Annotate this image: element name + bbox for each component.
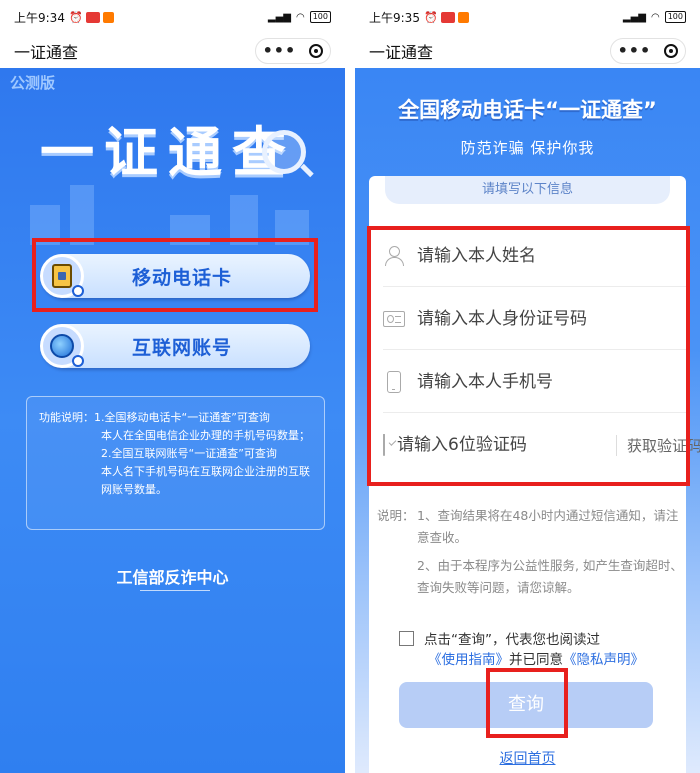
internet-account-label: 互联网账号 xyxy=(131,336,232,359)
alarm-icon: ⏰ xyxy=(423,10,438,24)
status-bar: 上午9:34 ⏰ ▂▄▆ ◠ 100 xyxy=(0,0,345,34)
highlight-box xyxy=(486,668,568,738)
usage-guide-link[interactable]: 《使用指南》 xyxy=(428,652,509,668)
status-time: 上午9:34 xyxy=(14,10,65,25)
status-bar: 上午9:35 ⏰ ▂▄▆ ◠ 100 xyxy=(355,0,700,34)
more-icon[interactable]: ••• xyxy=(618,43,652,59)
capsule-menu: ••• xyxy=(610,38,686,64)
privacy-policy-link[interactable]: 《隐私声明》 xyxy=(563,652,644,668)
back-home-link[interactable]: 返回首页 xyxy=(355,748,700,768)
city-illustration xyxy=(20,175,325,245)
highlight-box xyxy=(367,226,690,486)
note-1: 1、查询结果将在48小时内通过短信通知，请注意查收。 xyxy=(417,508,679,545)
description-item-1-tail: 本人在全国电信企业办理的手机号码数量； xyxy=(101,429,310,442)
internet-account-button[interactable]: 互联网账号 xyxy=(40,324,310,368)
banner-title: 全国移动电话卡“一证通查” xyxy=(398,98,657,122)
more-icon[interactable]: ••• xyxy=(263,43,297,59)
app-badge-icon xyxy=(457,11,469,23)
wifi-icon: ◠ xyxy=(295,11,305,23)
app-badge-icon xyxy=(440,11,455,23)
description-label: 功能说明： xyxy=(39,411,94,424)
signal-icon: ▂▄▆ xyxy=(267,11,291,23)
page-title: 一证通查 xyxy=(369,43,434,62)
notes-section: 说明： 1、查询结果将在48小时内通过短信通知，请注意查收。 2、由于本程序为公… xyxy=(377,505,687,599)
beta-tag: 公测版 xyxy=(10,74,56,92)
page-title: 一证通查 xyxy=(14,43,79,62)
highlight-box xyxy=(32,238,318,312)
battery-icon: 100 xyxy=(309,11,331,23)
notes-label: 说明： xyxy=(377,508,415,523)
mini-program-title-bar: 一证通查 ••• xyxy=(0,34,345,68)
description-item-2-tail: 本人名下手机号码在互联网企业注册的互联网账号数量。 xyxy=(101,465,310,496)
note-2: 2、由于本程序为公益性服务, 如产生查询超时、查询失败等问题，请您谅解。 xyxy=(417,558,683,595)
agreement-links: 《使用指南》并已同意《隐私声明》 xyxy=(428,648,644,668)
footer-underline xyxy=(140,590,210,591)
status-time: 上午9:35 xyxy=(369,10,420,25)
agreement-text: 点击“查询”，代表您也阅读过 xyxy=(424,632,600,648)
left-phone-screen: 上午9:34 ⏰ ▂▄▆ ◠ 100 一证通查 ••• 公测版 一证通查 移动电… xyxy=(0,0,345,773)
agreement-middle-text: 并已同意 xyxy=(509,652,563,668)
banner-subtitle: 防范诈骗 保护你我 xyxy=(460,139,595,157)
description-box: 功能说明： 1.全国移动电话卡“一证通查”可查询 本人在全国电信企业办理的手机号… xyxy=(26,396,325,530)
signal-icon: ▂▄▆ xyxy=(622,11,646,23)
screenshot-divider xyxy=(345,0,355,773)
battery-icon: 100 xyxy=(664,11,686,23)
right-phone-screen: 上午9:35 ⏰ ▂▄▆ ◠ 100 一证通查 ••• 全国移动电话卡“一证通查… xyxy=(355,0,700,773)
close-mini-program-icon[interactable] xyxy=(309,44,324,58)
globe-icon xyxy=(40,324,84,368)
agree-checkbox[interactable] xyxy=(399,631,414,646)
app-badge-icon xyxy=(85,11,100,23)
description-item-1-head: 1.全国移动电话卡“一证通查”可查询 xyxy=(94,411,270,424)
form-tab: 请填写以下信息 xyxy=(385,176,670,204)
alarm-icon: ⏰ xyxy=(68,10,83,24)
anti-fraud-center-link[interactable]: 工信部反诈中心 xyxy=(0,564,345,588)
app-badge-icon xyxy=(102,11,114,23)
mini-program-title-bar: 一证通查 ••• xyxy=(355,34,700,68)
close-mini-program-icon[interactable] xyxy=(664,44,679,58)
description-item-2-head: 2.全国互联网账号“一证通查”可查询 xyxy=(101,447,277,460)
capsule-menu: ••• xyxy=(255,38,331,64)
wifi-icon: ◠ xyxy=(650,11,660,23)
